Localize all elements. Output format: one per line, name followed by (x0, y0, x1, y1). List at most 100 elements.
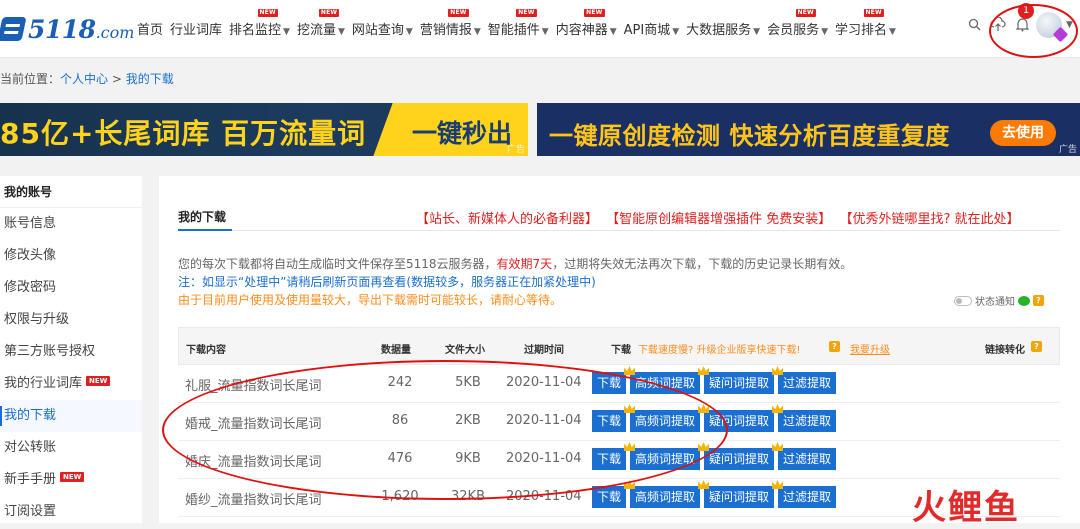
search-icon[interactable] (966, 16, 982, 32)
extract-filter-button[interactable]: 过滤提取 (772, 442, 837, 470)
nav-item[interactable]: 营销情报 ▼ NEW (420, 9, 481, 38)
speed-tip: 下载速度慢? 升级企业版享快速下载! (638, 345, 801, 356)
sidebar-heading: 我的账号 (0, 176, 142, 208)
logo-mark-icon (0, 17, 27, 41)
help-icon[interactable]: ? (1031, 341, 1042, 352)
extract-filter-button[interactable]: 过滤提取 (772, 480, 837, 508)
chevron-down-icon: ▼ (821, 27, 829, 37)
breadcrumb-item-user-center[interactable]: 个人中心 (60, 72, 108, 86)
new-badge: NEW (795, 9, 816, 17)
breadcrumb-separator: > (108, 72, 126, 86)
annotation-circle (162, 360, 728, 500)
chevron-down-icon: ▼ (889, 27, 896, 37)
top-navbar: 5118 .com 首页 行业词库 排名监控 ▼ NEW 挖流量 ▼ NEW 网站查询 ▼ 营销情报… (0, 0, 1080, 58)
promo-link-plugin[interactable]: 【智能原创编辑器增强插件 免费安装】 (606, 212, 831, 227)
crown-icon (772, 442, 784, 451)
nav-item[interactable]: 排名监控 ▼ NEW (229, 9, 290, 38)
sidebar-item[interactable]: 我的行业词库 NEW (0, 368, 142, 400)
nav-item[interactable]: 网站查询 ▼ (352, 19, 413, 38)
sidebar-item[interactable]: 第三方账号授权 (0, 336, 142, 368)
breadcrumb-prefix: 当前位置： (0, 72, 61, 86)
chevron-down-icon: ▼ (283, 27, 290, 37)
extract-question-button[interactable]: 疑问词提取 (698, 480, 775, 508)
sidebar: 我的账号 账号信息 修改头像 修改密码 权限与升级 第三方账号授权 我的行业词库 NEW 我的… (0, 176, 142, 523)
cell-name: 婚纱_流量指数词长尾词 (185, 493, 322, 508)
new-badge: NEW (584, 9, 605, 17)
extract-question-button[interactable]: 疑问词提取 (698, 366, 775, 394)
notify-label: 状态通知 (975, 297, 1015, 308)
wechat-icon (1018, 295, 1030, 306)
new-badge: NEW (516, 9, 537, 17)
extract-filter-button[interactable]: 过滤提取 (772, 366, 837, 394)
promo-links: 【站长、新媒体人的必备利器】 【智能原创编辑器增强插件 免费安装】 【优秀外链哪… (416, 208, 1023, 227)
main-nav: 首页 行业词库 排名监控 ▼ NEW 挖流量 ▼ NEW 网站查询 ▼ 营销情报 ▼ NEW 智能插件 ▼ N… (137, 9, 903, 38)
col-convert: 链接转化 (985, 345, 1025, 356)
table-header: 下载内容 数据量 文件大小 过期时间 下载 下载速度慢? 升级企业版享快速下载!… (178, 327, 1060, 365)
new-badge: NEW (863, 9, 884, 17)
upgrade-link: 我要升级 (850, 345, 890, 356)
help-icon[interactable]: ? (829, 341, 840, 352)
promo-link-tools[interactable]: 【站长、新媒体人的必备利器】 (416, 212, 598, 227)
chevron-down-icon: ▼ (405, 27, 413, 37)
new-badge: NEW (448, 9, 469, 17)
breadcrumb: 当前位置：个人中心 > 我的下载 (0, 70, 174, 87)
sidebar-item[interactable]: 权限与升级 (0, 304, 142, 336)
chevron-down-icon: ▼ (473, 27, 481, 37)
nav-item[interactable]: 会员服务 ▼ NEW (767, 9, 829, 38)
help-icon[interactable]: ? (1033, 295, 1044, 306)
sidebar-item[interactable]: 新手手册 NEW (0, 464, 142, 496)
nav-item[interactable]: 首页 (137, 19, 163, 38)
extract-frequent-button[interactable]: 高频词提取 (624, 480, 701, 508)
ad-subtitle: 一键秒出 (412, 119, 513, 148)
crown-icon (772, 366, 784, 375)
promo-link-backlinks[interactable]: 【优秀外链哪里找? 就在此处】 (839, 212, 1019, 227)
sidebar-item[interactable]: 修改密码 (0, 272, 142, 304)
new-badge: NEW (86, 376, 111, 386)
ad-banner-originality[interactable]: 一键原创度检测 快速分析百度重复度 去使用 广告 (537, 103, 1080, 156)
nav-item[interactable]: 学习排名 ▼ NEW (835, 9, 896, 38)
ad-use-button[interactable]: 去使用 (990, 120, 1056, 146)
nav-item[interactable]: API商城 ▼ (624, 19, 680, 38)
chevron-down-icon: ▼ (753, 27, 761, 37)
watermark: 火鲤鱼 (912, 488, 1020, 528)
sidebar-item[interactable]: 订阅设置 (0, 496, 142, 528)
logo-domain: .com (95, 22, 135, 42)
crown-icon (624, 366, 636, 375)
ad-tag: 广告 (1058, 145, 1077, 155)
info-wait-notice: 由于目前用户使用及使用量较大，导出下载需时可能较长，请耐心等待。 (178, 293, 563, 307)
col-download: 下载 (611, 345, 631, 356)
col-name: 下载内容 (186, 345, 226, 356)
col-size: 文件大小 (445, 345, 485, 356)
nav-item[interactable]: 内容神器 ▼ NEW (556, 9, 617, 38)
col-expire: 过期时间 (524, 345, 564, 356)
site-logo[interactable]: 5118 .com (0, 13, 134, 45)
nav-item[interactable]: 挖流量 ▼ NEW (297, 9, 345, 38)
breadcrumb-item-downloads[interactable]: 我的下载 (126, 72, 174, 86)
sidebar-item[interactable]: 对公转账 (0, 432, 142, 464)
info-processing-notice: 注：如显示“处理中”请稍后刷新页面再查看(数据较多，服务器正在加紧处理中) (178, 275, 596, 289)
crown-icon (698, 480, 710, 489)
toggle-switch[interactable] (954, 295, 972, 306)
info-storage-notice: 您的每次下载都将自动生成临时文件保存至5118云服务器，有效期7天，过期将失效无… (178, 257, 853, 271)
extract-filter-button[interactable]: 过滤提取 (772, 404, 837, 432)
chevron-down-icon: ▼ (337, 27, 345, 37)
nav-item[interactable]: 大数据服务 ▼ (686, 19, 760, 38)
col-count: 数据量 (381, 345, 411, 356)
logo-text: 5118 (28, 14, 96, 44)
crown-icon (772, 404, 784, 413)
chevron-down-icon: ▼ (541, 27, 549, 37)
new-badge: NEW (318, 9, 340, 17)
crown-icon (772, 480, 784, 489)
sidebar-item[interactable]: 账号信息 (0, 208, 142, 240)
chevron-down-icon: ▼ (672, 27, 680, 37)
ad-tag: 广告 (506, 145, 525, 155)
download-button[interactable]: 下载 (592, 486, 627, 508)
nav-item[interactable]: 行业词库 (170, 19, 222, 38)
nav-item[interactable]: 智能插件 ▼ NEW (488, 9, 549, 38)
annotation-circle (989, 4, 1078, 58)
crown-icon (698, 366, 710, 375)
sidebar-item[interactable]: 修改头像 (0, 240, 142, 272)
status-notify-toggle[interactable]: 状态通知 ? (954, 293, 1044, 308)
ad-banner-keywords[interactable]: 85亿+长尾词库 百万流量词 一键秒出 广告 (0, 103, 528, 156)
sidebar-item[interactable]: 我的下载 (0, 400, 142, 432)
